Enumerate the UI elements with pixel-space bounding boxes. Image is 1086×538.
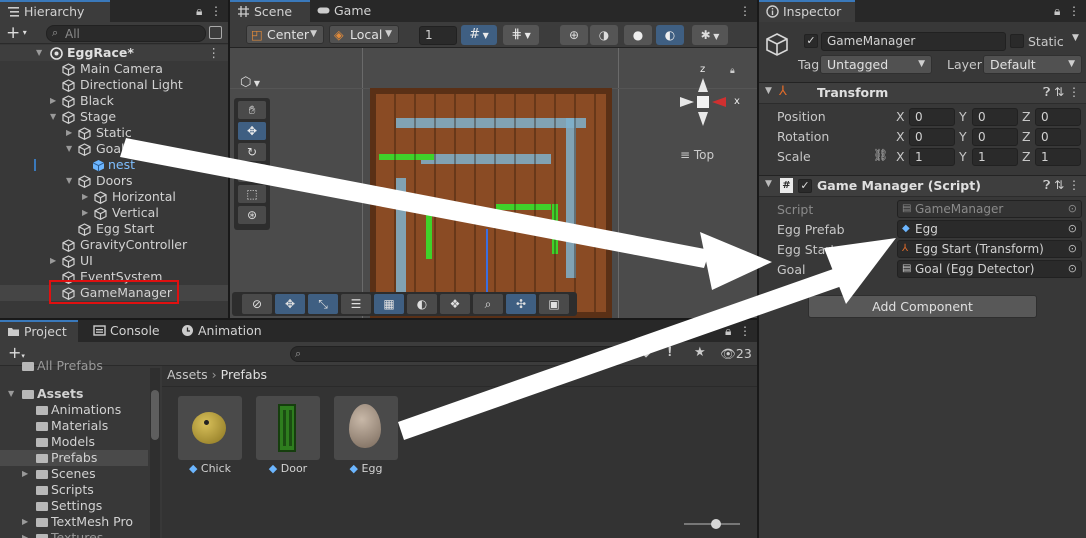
arrow-egg-head — [824, 238, 896, 304]
arrow-goal-to-goal-field — [120, 138, 710, 268]
arrow-goal-head — [700, 232, 772, 290]
annotation-arrows — [120, 138, 896, 440]
arrow-egg-to-prefab-field — [398, 268, 842, 440]
